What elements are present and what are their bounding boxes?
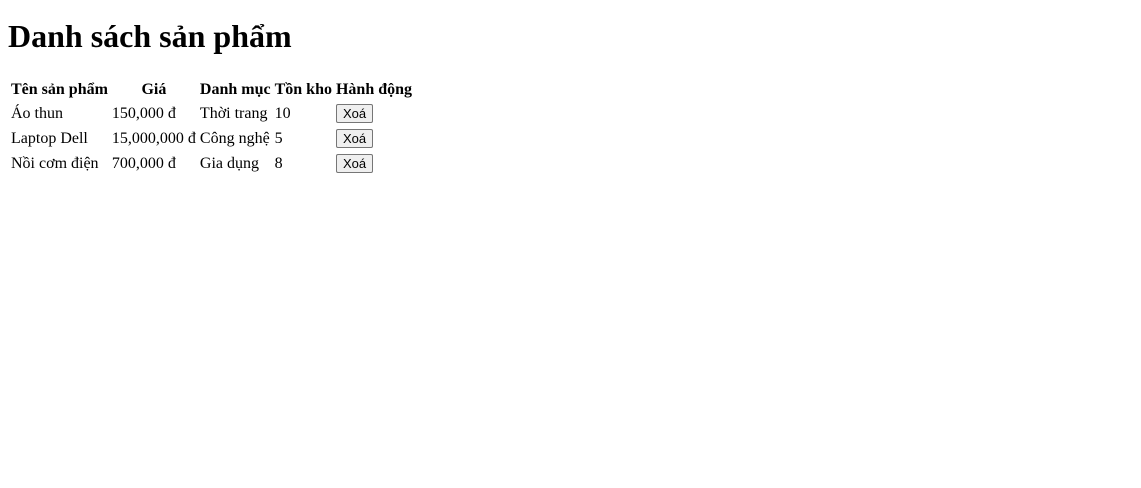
product-category: Thời trang — [199, 104, 268, 122]
table-row: Nồi cơm điện 700,000 đ Gia dụng 8 Xoá — [10, 152, 413, 175]
product-table: Tên sản phẩm Giá Danh mục Tồn kho Hành đ… — [8, 77, 415, 177]
product-stock: 10 — [274, 104, 291, 122]
page-title: Danh sách sản phẩm — [8, 18, 292, 54]
table-row: Áo thun 150,000 đ Thời trang 10 Xoá — [10, 102, 413, 125]
header-price: Giá — [141, 80, 167, 98]
product-name: Nồi cơm điện — [11, 154, 99, 172]
header-name: Tên sản phẩm — [11, 80, 108, 98]
product-price: 15,000,000 đ — [111, 129, 196, 147]
product-action-cell: Xoá — [335, 152, 413, 175]
product-name: Laptop Dell — [11, 129, 88, 147]
product-stock: 8 — [274, 154, 283, 172]
delete-button[interactable]: Xoá — [335, 129, 374, 148]
product-category: Công nghệ — [199, 129, 270, 147]
product-stock: 5 — [274, 129, 283, 147]
product-price: 150,000 đ — [111, 104, 176, 122]
product-name: Áo thun — [11, 104, 63, 122]
header-stock: Tồn kho — [274, 80, 332, 98]
product-price: 700,000 đ — [111, 154, 176, 172]
product-action-cell: Xoá — [335, 127, 413, 150]
product-category: Gia dụng — [199, 154, 260, 172]
header-category: Danh mục — [199, 80, 271, 98]
table-row: Laptop Dell 15,000,000 đ Công nghệ 5 Xoá — [10, 127, 413, 150]
header-action: Hành động — [335, 80, 413, 98]
table-header-row: Tên sản phẩm Giá Danh mục Tồn kho Hành đ… — [10, 79, 413, 100]
delete-button[interactable]: Xoá — [335, 154, 374, 173]
product-action-cell: Xoá — [335, 102, 413, 125]
delete-button[interactable]: Xoá — [335, 104, 374, 123]
